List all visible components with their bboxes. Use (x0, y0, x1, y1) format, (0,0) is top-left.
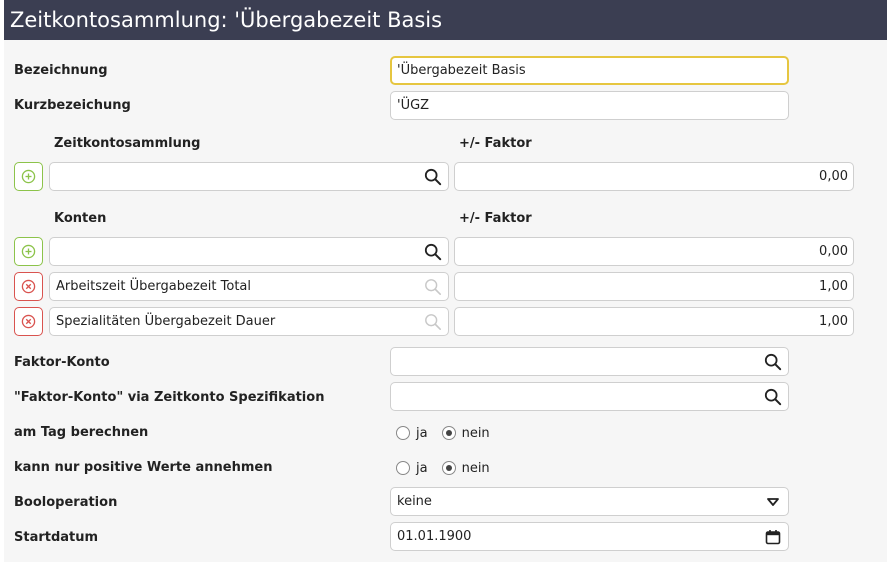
konto-row-value: Arbeitszeit Übergabezeit Total (56, 279, 252, 294)
zeitkontosammlung-factor-value: 0,00 (819, 169, 848, 184)
radio-circle[interactable] (396, 426, 410, 440)
search-icon[interactable] (764, 388, 782, 406)
startdatum-value: 01.01.1900 (397, 529, 472, 544)
nur-positive-ja-radio[interactable]: ja (396, 461, 428, 476)
booloperation-label: Booloperation (14, 495, 118, 510)
zeitkontosammlung-factor-header: +/- Faktor (459, 136, 532, 151)
x-circle-icon (21, 279, 36, 294)
x-circle-icon (21, 314, 36, 329)
nur-positive-label: kann nur positive Werte annehmen (14, 460, 273, 475)
nur-positive-nein-radio[interactable]: nein (441, 460, 490, 476)
search-icon[interactable] (424, 168, 442, 186)
faktor-konto-label: Faktor-Konto (14, 355, 110, 370)
search-icon[interactable] (424, 243, 442, 261)
konto-row-factor-value: 1,00 (819, 314, 848, 329)
radio-circle-selected[interactable] (441, 461, 456, 475)
faktor-konto-spez-input[interactable] (390, 382, 789, 411)
bezeichnung-input[interactable]: 'Übergabezeit Basis (390, 56, 789, 85)
kurzbezeichnung-input[interactable]: 'ÜGZ (390, 91, 789, 120)
am-tag-berechnen-radio-group: ja nein (396, 423, 504, 443)
calendar-icon[interactable] (765, 529, 781, 545)
kurzbezeichnung-value: 'ÜGZ (397, 98, 430, 113)
add-zeitkontosammlung-button[interactable] (14, 162, 43, 191)
radio-label: ja (416, 460, 428, 476)
konto-new-factor-input[interactable]: 0,00 (454, 237, 854, 266)
add-konto-button[interactable] (14, 237, 43, 266)
konto-row-value: Spezialitäten Übergabezeit Dauer (56, 314, 276, 329)
radio-label: nein (461, 425, 490, 441)
konten-factor-header: +/- Faktor (459, 211, 532, 226)
kurzbezeichnung-label: Kurzbezeichung (14, 98, 131, 113)
radio-circle[interactable] (396, 461, 410, 475)
am-tag-berechnen-label: am Tag berechnen (14, 425, 149, 440)
konto-row-input[interactable]: Spezialitäten Übergabezeit Dauer (49, 307, 449, 336)
am-tag-berechnen-ja-radio[interactable]: ja (396, 426, 428, 441)
search-icon[interactable] (424, 278, 442, 296)
faktor-konto-input[interactable] (390, 347, 789, 376)
remove-konto-button[interactable] (14, 272, 43, 301)
am-tag-berechnen-nein-radio[interactable]: nein (441, 425, 490, 441)
nur-positive-radio-group: ja nein (396, 458, 504, 478)
konto-row-input[interactable]: Arbeitszeit Übergabezeit Total (49, 272, 449, 301)
search-icon[interactable] (764, 353, 782, 371)
konten-column-header: Konten (54, 211, 107, 226)
startdatum-input[interactable]: 01.01.1900 (390, 522, 789, 551)
booloperation-select[interactable]: keine (390, 487, 789, 516)
konto-search-input[interactable] (49, 237, 449, 266)
bezeichnung-value: 'Übergabezeit Basis (397, 63, 526, 78)
radio-label: nein (461, 460, 490, 476)
konto-row-factor-input[interactable]: 1,00 (454, 307, 854, 336)
remove-konto-button[interactable] (14, 307, 43, 336)
faktor-konto-spez-label: "Faktor-Konto" via Zeitkonto Spezifikati… (14, 390, 325, 405)
zeitkontosammlung-search-input[interactable] (49, 162, 449, 191)
konto-row-factor-input[interactable]: 1,00 (454, 272, 854, 301)
plus-circle-icon (21, 169, 36, 184)
plus-circle-icon (21, 244, 36, 259)
bezeichnung-label: Bezeichnung (14, 63, 108, 78)
zeitkontosammlung-factor-input[interactable]: 0,00 (454, 162, 854, 191)
search-icon[interactable] (424, 313, 442, 331)
startdatum-label: Startdatum (14, 530, 99, 545)
konto-new-factor-value: 0,00 (819, 244, 848, 259)
radio-circle-selected[interactable] (441, 426, 456, 440)
konto-row-factor-value: 1,00 (819, 279, 848, 294)
radio-label: ja (416, 425, 428, 441)
window-title: Zeitkontosammlung: 'Übergabezeit Basis (4, 0, 887, 40)
caret-down-icon[interactable] (765, 494, 781, 510)
zeitkontosammlung-column-header: Zeitkontosammlung (54, 136, 201, 151)
booloperation-value: keine (397, 494, 432, 509)
